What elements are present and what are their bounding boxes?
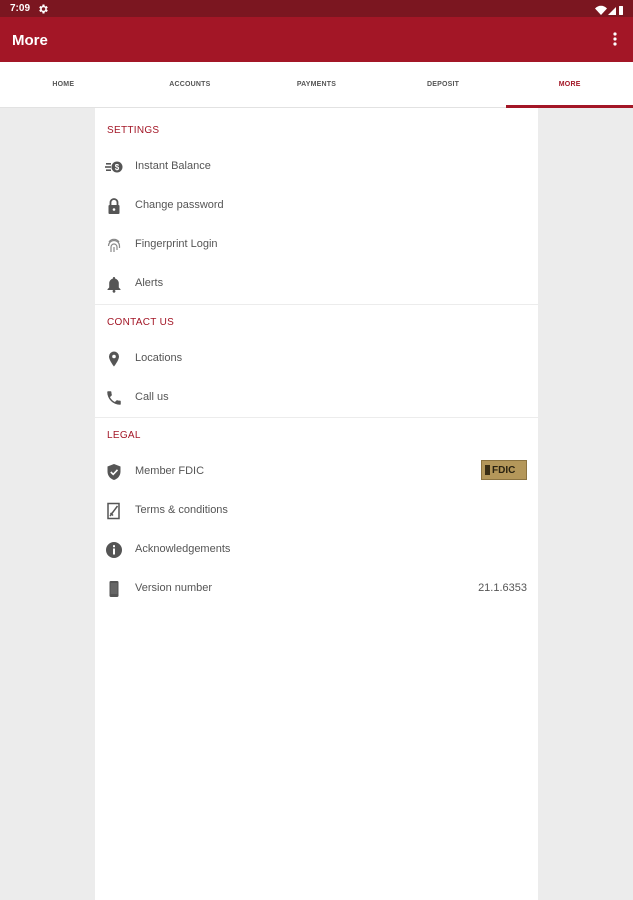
call-us-item[interactable]: Call us [95,378,538,417]
tab-more[interactable]: MORE [506,62,633,108]
phone-device-icon [105,580,123,598]
tab-payments[interactable]: PAYMENTS [253,62,380,107]
instant-balance-label: Instant Balance [135,160,211,172]
info-icon [105,541,123,559]
legal-section-header: LEGAL [107,430,141,441]
status-time: 7:09 [10,3,31,14]
version-number-label: Version number [135,582,213,594]
change-password-label: Change password [135,199,224,211]
bell-icon [105,275,123,293]
member-fdic-label: Member FDIC [135,465,205,477]
wifi-icon [595,5,607,16]
fingerprint-icon [105,236,123,254]
acknowledgements-label: Acknowledgements [135,543,231,555]
terms-conditions-item[interactable]: Terms & conditions [95,491,538,530]
shield-check-icon [105,463,123,481]
locations-item[interactable]: Locations [95,339,538,378]
location-pin-icon [105,350,123,368]
lock-icon [105,197,123,215]
page-title: More [12,32,48,49]
contact-section-header: CONTACT US [107,317,175,328]
tab-bar: HOME ACCOUNTS PAYMENTS DEPOSIT MORE [0,62,633,108]
call-us-label: Call us [135,391,169,403]
tab-deposit[interactable]: DEPOSIT [380,62,507,107]
fdic-logo: FDIC [481,460,527,480]
instant-balance-item[interactable]: $ Instant Balance [95,147,538,186]
signal-icon [608,7,616,15]
svg-text:$: $ [115,163,120,172]
acknowledgements-item[interactable]: Acknowledgements [95,530,538,569]
fdic-logo-text: FDIC [492,465,516,476]
version-number-item: Version number 21.1.6353 [95,569,538,608]
app-bar: More [0,17,633,62]
fdic-logo-mark [485,465,490,475]
more-menu-panel: SETTINGS $ Instant Balance Change passwo… [95,108,538,900]
member-fdic-item[interactable]: Member FDIC FDIC [95,452,538,491]
section-divider [95,417,538,418]
overflow-menu-icon[interactable] [613,32,617,51]
fingerprint-login-label: Fingerprint Login [135,238,218,250]
locations-label: Locations [135,352,183,364]
section-divider [95,304,538,305]
document-icon [105,502,123,520]
status-bar: 7:09 [0,0,633,17]
settings-section-header: SETTINGS [107,125,160,136]
battery-icon [619,6,623,15]
fingerprint-login-item[interactable]: Fingerprint Login [95,225,538,264]
tab-home[interactable]: HOME [0,62,127,107]
terms-conditions-label: Terms & conditions [135,504,228,516]
tab-accounts[interactable]: ACCOUNTS [127,62,254,107]
alerts-label: Alerts [135,277,164,289]
change-password-item[interactable]: Change password [95,186,538,225]
instant-balance-icon: $ [105,158,123,176]
version-number-value: 21.1.6353 [478,582,527,594]
phone-icon [105,389,123,407]
alerts-item[interactable]: Alerts [95,264,538,303]
